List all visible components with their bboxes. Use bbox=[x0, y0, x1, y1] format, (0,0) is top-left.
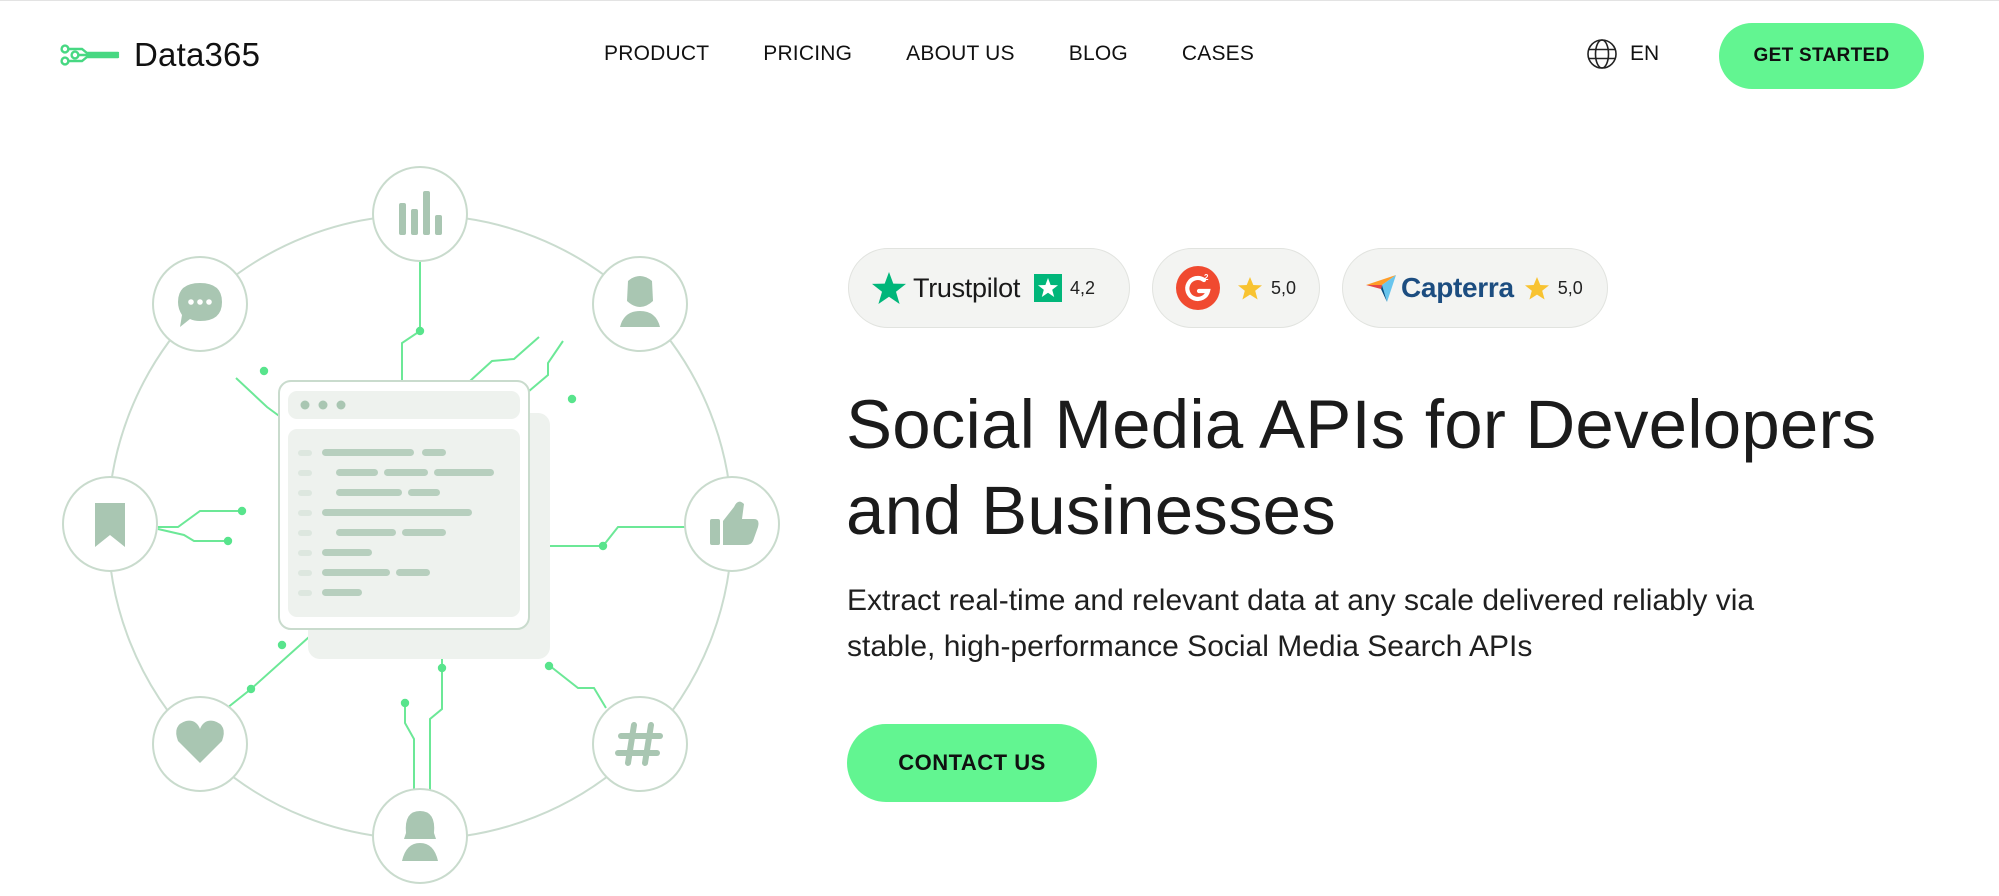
api-hub-illustration bbox=[62, 166, 780, 884]
g2-badge[interactable]: 2 5,0 bbox=[1152, 248, 1320, 328]
rating-star-icon bbox=[1238, 276, 1262, 299]
trustpilot-box-star-icon bbox=[1034, 274, 1063, 302]
trustpilot-badge[interactable]: Trustpilot 4,2 bbox=[848, 248, 1130, 328]
hero-title-line-2: and Businesses bbox=[846, 472, 1336, 549]
g2-score: 5,0 bbox=[1271, 277, 1297, 298]
brand-name: Data365 bbox=[134, 36, 261, 73]
hero-subtitle-line-2: stable, high-performance Social Media Se… bbox=[847, 630, 1533, 663]
nav-cases[interactable]: CASES bbox=[1182, 42, 1254, 66]
site-header: Data365 PRODUCT PRICING ABOUT US BLOG CA… bbox=[0, 0, 1999, 112]
language-selector[interactable]: EN bbox=[1586, 38, 1659, 70]
hero-title-line-1: Social Media APIs for Developers bbox=[846, 386, 1877, 463]
get-started-button[interactable]: GET STARTED bbox=[1719, 23, 1924, 89]
language-code: EN bbox=[1630, 42, 1660, 65]
brand-logo[interactable]: Data365 bbox=[60, 36, 260, 74]
code-window-icon bbox=[278, 380, 550, 659]
main-nav: PRODUCT PRICING ABOUT US BLOG CASES bbox=[604, 42, 1254, 66]
rating-badges: Trustpilot 4,2 2 5,0 Capterra 5,0 bbox=[848, 248, 1608, 328]
contact-us-button[interactable]: CONTACT US bbox=[847, 724, 1097, 802]
hero-title: Social Media APIs for Developers and Bus… bbox=[846, 382, 1966, 554]
svg-text:2: 2 bbox=[1204, 273, 1209, 282]
nav-product[interactable]: PRODUCT bbox=[604, 42, 709, 66]
nav-about-us[interactable]: ABOUT US bbox=[906, 42, 1015, 66]
rating-star-icon bbox=[1524, 276, 1549, 299]
trustpilot-star-icon bbox=[872, 272, 906, 304]
circuit-logo-icon bbox=[60, 44, 120, 66]
capterra-badge[interactable]: Capterra 5,0 bbox=[1342, 248, 1608, 328]
capterra-name: Capterra bbox=[1401, 272, 1514, 303]
hero-subtitle-line-1: Extract real-time and relevant data at a… bbox=[847, 584, 1755, 617]
capterra-score: 5,0 bbox=[1557, 277, 1583, 298]
g2-logo-icon: 2 bbox=[1176, 266, 1220, 310]
hero-subtitle: Extract real-time and relevant data at a… bbox=[847, 578, 1947, 670]
nav-blog[interactable]: BLOG bbox=[1069, 42, 1128, 66]
globe-icon bbox=[1587, 39, 1617, 69]
trustpilot-score: 4,2 bbox=[1070, 277, 1096, 298]
nav-pricing[interactable]: PRICING bbox=[763, 42, 852, 66]
capterra-logo-icon bbox=[1366, 275, 1396, 302]
trustpilot-name: Trustpilot bbox=[913, 272, 1021, 303]
